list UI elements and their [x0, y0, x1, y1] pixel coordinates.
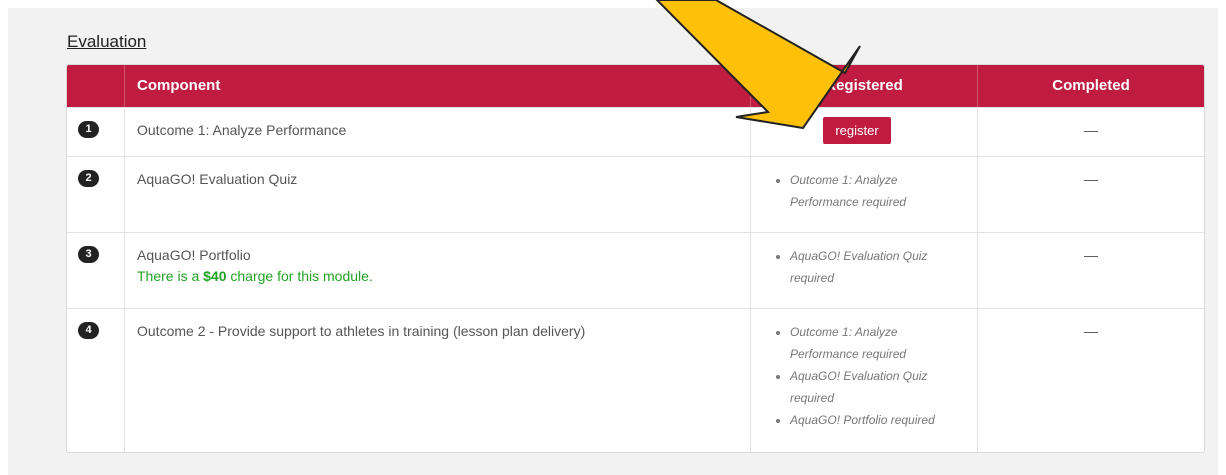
- requirements-list: Outcome 1: Analyze Performance required: [775, 169, 967, 213]
- table-row: 1 Outcome 1: Analyze Performance registe…: [67, 107, 1204, 156]
- row-number-badge: 1: [78, 121, 99, 138]
- completed-status: —: [1084, 323, 1098, 339]
- header-component: Component: [124, 65, 750, 107]
- requirement-item: AquaGO! Evaluation Quiz required: [790, 245, 967, 289]
- header-registered: Registered: [750, 65, 977, 107]
- requirements-list: AquaGO! Evaluation Quiz required: [775, 245, 967, 289]
- completed-status: —: [1084, 247, 1098, 263]
- table-row: 2 AquaGO! Evaluation Quiz Outcome 1: Ana…: [67, 156, 1204, 232]
- completed-status: —: [1084, 122, 1098, 138]
- section-title: Evaluation: [67, 32, 147, 51]
- evaluation-table: Component Registered Completed 1 Outcome…: [66, 64, 1205, 453]
- component-name: AquaGO! Portfolio: [137, 247, 251, 263]
- header-num: [67, 65, 124, 107]
- table-row: 4 Outcome 2 - Provide support to athlete…: [67, 308, 1204, 452]
- requirement-item: AquaGO! Evaluation Quiz required: [790, 365, 967, 409]
- register-button[interactable]: register: [823, 117, 891, 144]
- requirement-item: Outcome 1: Analyze Performance required: [790, 321, 967, 365]
- row-number-badge: 3: [78, 246, 99, 263]
- charge-notice: There is a $40 charge for this module.: [137, 268, 373, 284]
- requirement-item: AquaGO! Portfolio required: [790, 409, 967, 431]
- completed-status: —: [1084, 171, 1098, 187]
- row-number-badge: 2: [78, 170, 99, 187]
- table-header: Component Registered Completed: [67, 65, 1204, 107]
- component-name: Outcome 2 - Provide support to athletes …: [124, 309, 750, 452]
- component-name: Outcome 1: Analyze Performance: [124, 108, 750, 156]
- requirements-list: Outcome 1: Analyze Performance required …: [775, 321, 967, 431]
- charge-amount: $40: [203, 268, 227, 284]
- header-completed: Completed: [977, 65, 1204, 107]
- component-name: AquaGO! Evaluation Quiz: [124, 157, 750, 232]
- requirement-item: Outcome 1: Analyze Performance required: [790, 169, 967, 213]
- row-number-badge: 4: [78, 322, 99, 339]
- table-row: 3 AquaGO! Portfolio There is a $40 charg…: [67, 232, 1204, 308]
